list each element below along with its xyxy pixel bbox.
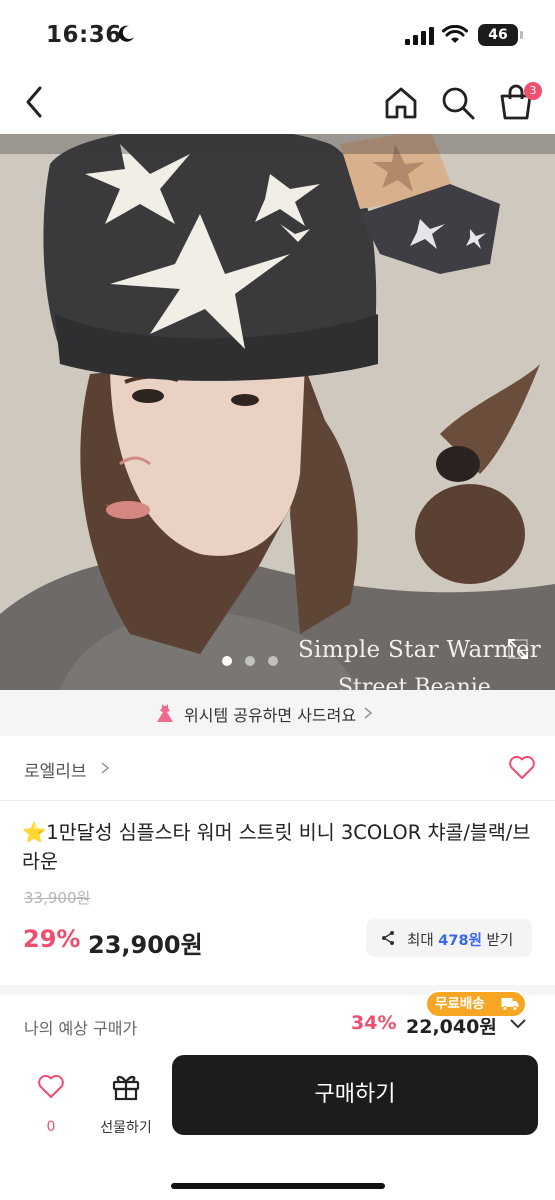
photo-caption-line2: Street Beanie bbox=[338, 675, 491, 690]
brand-row[interactable]: 로엘리브 bbox=[0, 736, 555, 800]
chevron-right-icon bbox=[364, 707, 373, 719]
carousel-dot[interactable] bbox=[222, 656, 232, 666]
expected-discount: 34% bbox=[351, 1012, 397, 1034]
home-icon[interactable] bbox=[382, 84, 420, 122]
battery-tip bbox=[520, 31, 523, 39]
original-price: 33,900원 bbox=[24, 889, 91, 907]
search-icon[interactable] bbox=[440, 84, 476, 122]
battery-icon: 46 bbox=[478, 24, 518, 46]
heart-icon bbox=[38, 1074, 64, 1098]
expand-icon[interactable] bbox=[506, 637, 530, 661]
signal-icon bbox=[405, 27, 434, 45]
product-page: 16:36 46 3 Simple Star Warmer Street Bea… bbox=[0, 0, 555, 1200]
product-image-carousel[interactable]: Simple Star Warmer Street Beanie bbox=[0, 134, 555, 690]
brand-heart-icon[interactable] bbox=[508, 754, 536, 780]
reward-suffix: 받기 bbox=[486, 933, 514, 949]
status-time: 16:36 bbox=[46, 22, 122, 48]
product-photo bbox=[0, 134, 555, 690]
free-shipping-badge: 무료배송 bbox=[425, 990, 527, 1018]
sale-price: 23,900원 bbox=[88, 931, 203, 959]
discount-rate: 29% bbox=[23, 925, 81, 953]
reward-prefix: 최대 bbox=[407, 933, 434, 949]
chevron-down-icon[interactable] bbox=[508, 1017, 528, 1031]
status-bar: 16:36 46 bbox=[0, 0, 555, 72]
back-icon[interactable] bbox=[18, 82, 54, 122]
home-indicator bbox=[171, 1183, 385, 1189]
wish-banner-text: 위시템 공유하면 사드려요 bbox=[184, 706, 357, 725]
cart-badge: 3 bbox=[524, 82, 542, 100]
chevron-right-icon bbox=[101, 762, 110, 774]
star-icon: ⭐ bbox=[22, 821, 47, 844]
gift-button[interactable]: 선물하기 bbox=[90, 1069, 162, 1139]
free-shipping-label: 무료배송 bbox=[435, 996, 485, 1012]
share-icon bbox=[382, 931, 394, 945]
product-title-text: 1만달성 심플스타 워머 스트릿 비니 3COLOR 챠콜/블랙/브라운 bbox=[22, 821, 531, 873]
carousel-dot[interactable] bbox=[268, 656, 278, 666]
like-count: 0 bbox=[46, 1119, 56, 1135]
wifi-icon bbox=[442, 25, 468, 43]
reward-points-button[interactable]: 최대 478원 받기 bbox=[366, 919, 532, 957]
divider bbox=[0, 800, 555, 801]
wish-share-banner[interactable]: 위시템 공유하면 사드려요 bbox=[0, 690, 555, 736]
carousel-dot[interactable] bbox=[245, 656, 255, 666]
product-title: ⭐1만달성 심플스타 워머 스트릿 비니 3COLOR 챠콜/블랙/브라운 bbox=[22, 818, 532, 876]
gift-icon bbox=[112, 1075, 140, 1101]
top-nav: 3 bbox=[0, 72, 555, 134]
bottom-action-bar: 0 선물하기 구매하기 bbox=[0, 1055, 555, 1200]
photo-caption-line1: Simple Star Warmer bbox=[298, 637, 542, 663]
buy-button[interactable]: 구매하기 bbox=[172, 1055, 538, 1135]
gift-label: 선물하기 bbox=[100, 1120, 152, 1136]
reward-points: 478원 bbox=[438, 933, 482, 949]
truck-icon bbox=[501, 998, 519, 1011]
expected-price-label: 나의 예상 구매가 bbox=[24, 1019, 138, 1038]
reward-text: 최대 478원 받기 bbox=[407, 929, 513, 950]
moon-icon bbox=[118, 25, 134, 42]
like-button[interactable]: 0 bbox=[28, 1069, 74, 1139]
carousel-indicator bbox=[222, 651, 291, 666]
brand-name[interactable]: 로엘리브 bbox=[24, 757, 87, 782]
dress-icon bbox=[157, 704, 173, 722]
